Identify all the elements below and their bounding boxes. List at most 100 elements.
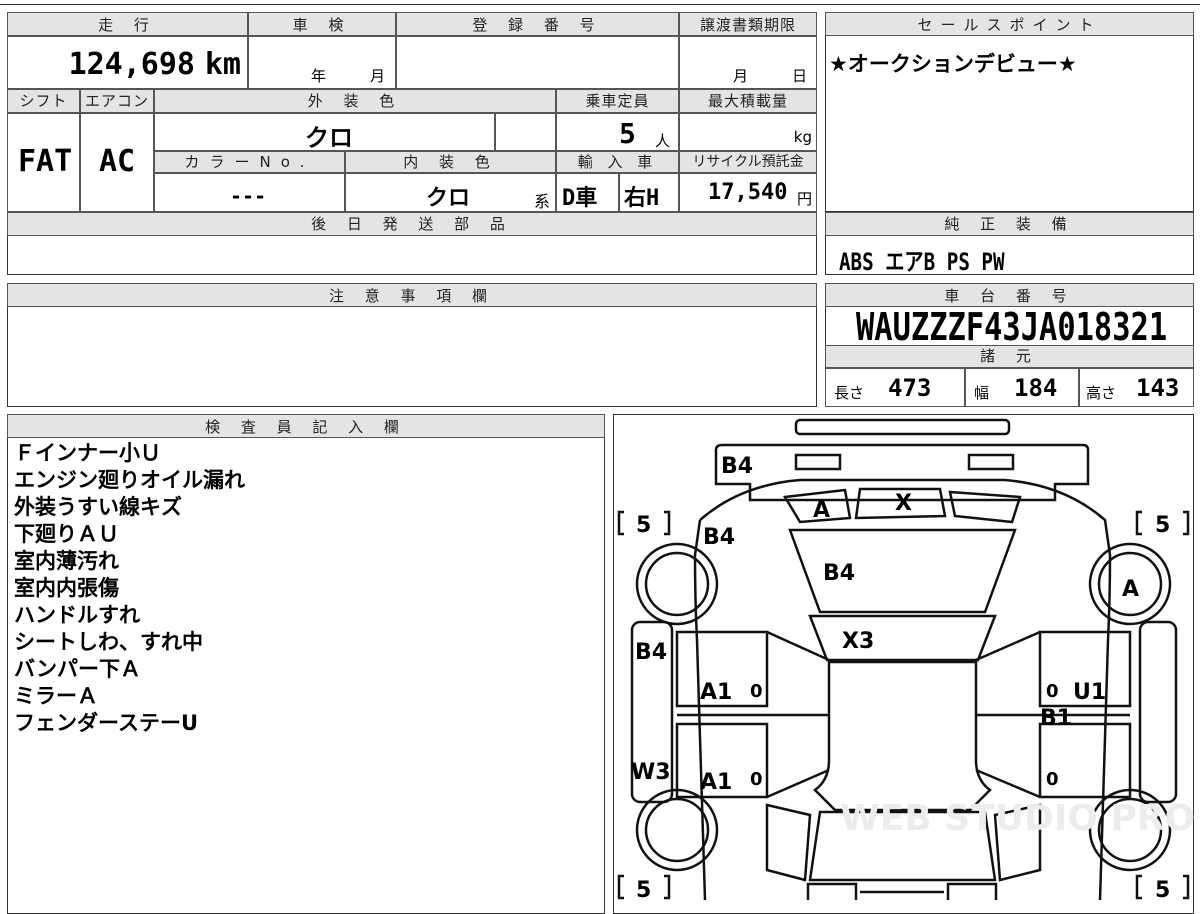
shift-header: シフト: [7, 89, 80, 113]
capacity-value: 5: [619, 117, 636, 150]
inspector-note: 下廻りＡＵ: [14, 522, 119, 546]
import-type-value: D車: [562, 186, 598, 211]
color-no-cell: ---: [154, 173, 345, 212]
inspection-month-label: 月: [370, 67, 386, 85]
mileage-unit: km: [204, 47, 241, 82]
length-cell: 長さ 473: [825, 368, 965, 407]
ac-value: AC: [99, 144, 136, 179]
mileage-header: 走 行: [7, 12, 248, 36]
later-parts-header: 後 日 発 送 部 品: [7, 212, 817, 236]
shift-value: FAT: [18, 144, 73, 179]
length-value: 473: [888, 374, 932, 402]
mark-left-rear-door: A1: [700, 770, 732, 795]
inspection-cell: 年 月: [248, 36, 396, 89]
interior-color-cell: クロ 系: [345, 173, 556, 212]
transfer-cell: 月 日: [679, 36, 817, 89]
standard-equipment-header: 純 正 装 備: [825, 212, 1194, 236]
mark-left-rear-zero: 0: [750, 769, 763, 790]
mark-right-front-door: U1: [1073, 680, 1106, 705]
height-label: 高さ: [1086, 384, 1117, 402]
mark-hood: B4: [823, 561, 855, 586]
recycle-unit: 円: [796, 190, 812, 208]
transfer-header: 譲渡書類期限: [679, 12, 817, 36]
max-load-header: 最大積載量: [679, 89, 817, 113]
recycle-cell: 17,540 円: [679, 173, 817, 212]
ac-cell: AC: [80, 113, 154, 212]
inspector-note: 室内薄汚れ: [14, 549, 119, 573]
mark-front-bumper: B4: [721, 454, 753, 479]
mark-hood-left: B4: [703, 525, 735, 550]
inspector-notes: Ｆインナー小Ｕ エンジン廻りオイル漏れ 外装うすい線キズ 下廻りＡＵ 室内薄汚れ…: [14, 440, 245, 737]
inspector-note: 室内内張傷: [14, 576, 119, 600]
mark-left-front-door: A1: [700, 680, 732, 705]
mark-right-front-zero: 0: [1046, 681, 1059, 702]
inspector-note: ミラーＡ: [14, 684, 98, 708]
transfer-day-label: 日: [792, 67, 808, 85]
ac-header: エアコン: [80, 89, 154, 113]
mark-right-front-wheel: A: [1122, 577, 1139, 602]
registration-cell: [396, 36, 679, 89]
capacity-header: 乗車定員: [556, 89, 679, 113]
car-diagram: WEB STUDIO PRO 5 5 5 5 B4 A X B4 B4 A X3…: [617, 418, 1194, 900]
recycle-header: リサイクル預託金: [679, 151, 817, 173]
exterior-color-cell: クロ: [154, 113, 495, 152]
mark-grille-x: X: [895, 491, 912, 516]
width-value: 184: [1014, 374, 1058, 402]
max-load-cell: kg: [679, 113, 817, 151]
height-cell: 高さ 143: [1079, 368, 1194, 407]
standard-equipment-text: ABS エアB PS PW: [839, 242, 1046, 277]
interior-color-header: 内 装 色: [345, 151, 556, 173]
mark-right-rear-zero: 0: [1046, 769, 1059, 790]
chassis-value: WAUZZZF43JA018321: [856, 305, 1168, 349]
shift-cell: FAT: [7, 113, 80, 212]
steering-cell: 右H: [619, 173, 679, 212]
sales-point-text: ★オークションデビュー★: [829, 52, 1077, 76]
length-label: 長さ: [834, 384, 865, 402]
inspector-note: シートしわ、すれ中: [14, 630, 203, 654]
exterior-color-extra-cell: [495, 113, 556, 151]
width-label: 幅: [974, 384, 990, 402]
inspector-note: エンジン廻りオイル漏れ: [14, 468, 245, 492]
inspector-note: バンパー下Ａ: [14, 657, 142, 681]
inspector-note: Ｆインナー小Ｕ: [14, 441, 161, 465]
height-value: 143: [1136, 374, 1180, 402]
max-load-unit: kg: [793, 128, 812, 146]
recycle-value: 17,540: [708, 180, 788, 205]
mark-left-front-zero: 0: [750, 681, 763, 702]
tire-left-front: 5: [636, 513, 651, 538]
interior-color-value: クロ: [426, 186, 471, 211]
capacity-unit: 人: [655, 132, 671, 150]
capacity-cell: 5 人: [556, 113, 679, 151]
watermark: WEB STUDIO PRO: [840, 798, 1194, 839]
chassis-header: 車 台 番 号: [825, 283, 1194, 307]
standard-equipment-value: ABS エアB PS PW: [839, 248, 1005, 276]
transfer-month-label: 月: [733, 67, 749, 85]
inspection-header: 車 検: [248, 12, 396, 36]
registration-header: 登 録 番 号: [396, 12, 679, 36]
color-no-value: ---: [230, 184, 267, 208]
mark-left-fender: B4: [635, 640, 667, 665]
import-header: 輸 入 車: [556, 151, 679, 173]
sales-point-header: セールスポイント: [825, 12, 1194, 36]
mileage-value: 124,698: [68, 47, 195, 82]
mark-grille-a: A: [813, 498, 830, 523]
sales-point-box: [825, 12, 1194, 212]
exterior-color-value: クロ: [305, 124, 353, 152]
inspector-note: ハンドルすれ: [14, 603, 140, 627]
mark-windshield: X3: [842, 629, 874, 654]
mileage-cell: 124,698 km: [7, 36, 248, 89]
width-cell: 幅 184: [965, 368, 1079, 407]
inspector-header: 検 査 員 記 入 欄: [7, 414, 605, 438]
tire-right-front: 5: [1155, 513, 1170, 538]
import-type-cell: D車: [556, 173, 619, 212]
top-edge-line: [0, 0, 1200, 5]
inspection-year-label: 年: [311, 67, 327, 85]
mark-right-door-b: B1: [1040, 706, 1072, 731]
dimensions-header: 諸 元: [825, 345, 1194, 368]
mark-left-sill: W3: [631, 760, 671, 785]
inspector-note: 外装うすい線キズ: [14, 495, 182, 519]
inspector-note: フェンダーステーU: [14, 711, 199, 735]
chassis-number: WAUZZZF43JA018321: [856, 306, 1200, 348]
exterior-color-header: 外 装 色: [154, 89, 556, 113]
interior-suffix: 系: [534, 192, 551, 211]
